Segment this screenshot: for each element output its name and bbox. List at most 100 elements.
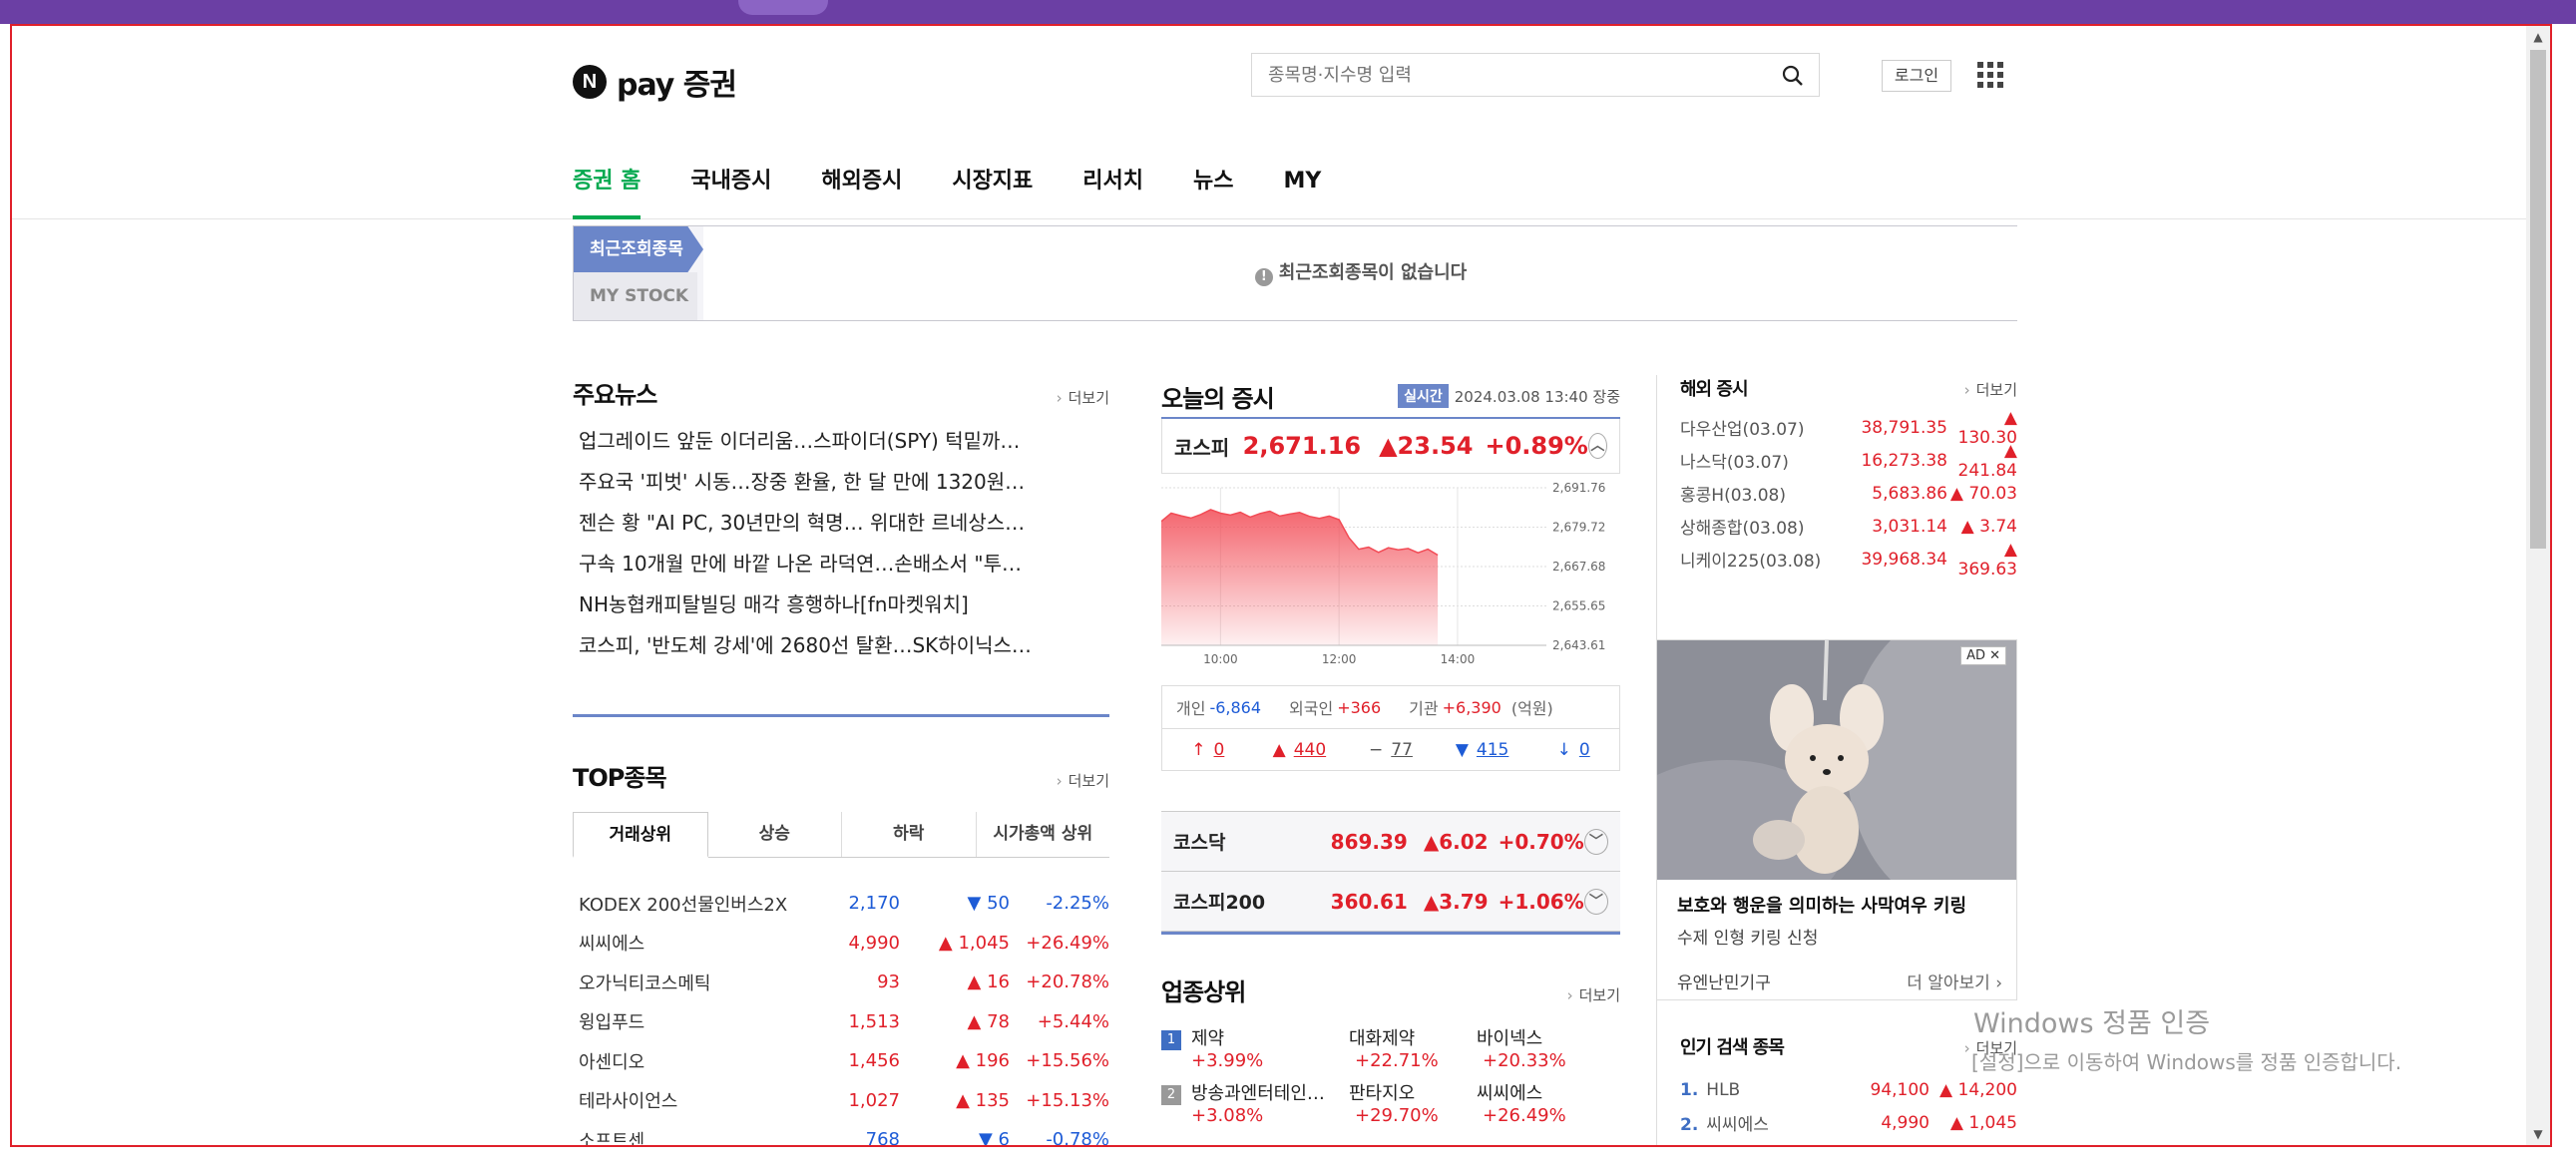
overseas-row[interactable]: 나스닥(03.07) 16,273.38 ▲ 241.84	[1656, 441, 2017, 481]
table-row[interactable]: 윙입푸드 1,513 ▲ 78 +5.44%	[573, 1002, 1109, 1042]
popular-row[interactable]: 1. HLB 94,100 ▲ 14,200	[1680, 1073, 2017, 1106]
news-item[interactable]: 주요국 '피벗' 시동…장중 환율, 한 달 만에 1320원…	[579, 462, 1109, 503]
table-row[interactable]: 오가닉티코스메틱 93 ▲ 16 +20.78%	[573, 963, 1109, 1002]
advance-decline-count[interactable]: ▲ 440	[1254, 740, 1346, 760]
recent-empty-text: 최근조회종목이 없습니다	[1278, 262, 1468, 283]
scroll-thumb[interactable]	[2530, 50, 2546, 549]
sector-stock[interactable]: 판타지오	[1349, 1079, 1477, 1105]
search-icon[interactable]	[1781, 64, 1805, 88]
overseas-price: 38,791.35	[1861, 417, 1947, 438]
advance-decline-count[interactable]: −77	[1345, 740, 1437, 760]
advance-decline-count[interactable]: ↓ 0	[1527, 740, 1619, 760]
overseas-row[interactable]: 니케이225(03.08) 39,968.34 ▲ 369.63	[1656, 540, 2017, 580]
nav-home[interactable]: 증권 홈	[573, 144, 642, 219]
advance-decline-count[interactable]: ▼ 415	[1437, 740, 1528, 760]
ad-close-icon[interactable]: AD ✕	[1960, 646, 2006, 665]
kospi-rate: +0.89%	[1485, 432, 1588, 460]
collapse-toggle-icon[interactable]: ︿	[1587, 433, 1607, 459]
nav-my[interactable]: MY	[1284, 144, 1322, 219]
sector-stock[interactable]: 대화제약	[1349, 1024, 1477, 1050]
login-button[interactable]: 로그인	[1882, 60, 1951, 92]
expand-toggle-icon[interactable]: ﹀	[1583, 828, 1608, 855]
nav-research[interactable]: 리서치	[1082, 144, 1143, 219]
overseas-list: 다우산업(03.07) 38,791.35 ▲ 130.30 나스닥(03.07) 16…	[1656, 408, 2017, 580]
page-scrollbar[interactable]: ▲ ▼	[2526, 26, 2550, 1145]
nav-news[interactable]: 뉴스	[1193, 144, 1233, 219]
browser-tab[interactable]	[738, 0, 828, 15]
overseas-change: ▲ 70.03	[1949, 483, 2017, 504]
scroll-down-icon[interactable]: ▼	[2526, 1123, 2550, 1145]
kospi-row[interactable]: 코스피 2,671.16 ▲23.54 +0.89% ︿	[1162, 419, 1619, 473]
foreign-label: 외국인	[1289, 699, 1334, 718]
stock-price: 4,990	[848, 932, 900, 954]
watermark-line1: Windows 정품 인증	[1973, 1008, 2211, 1039]
sector-stock-rate: +26.49%	[1483, 1105, 1566, 1126]
overseas-row[interactable]: 상해종합(03.08) 3,031.14 ▲ 3.74	[1656, 510, 2017, 543]
advance-decline-count[interactable]: ↑ 0	[1162, 740, 1254, 760]
y-tick-label: 2,655.65	[1552, 598, 1605, 612]
expand-toggle-icon[interactable]: ﹀	[1583, 888, 1608, 915]
overseas-row[interactable]: 다우산업(03.07) 38,791.35 ▲ 130.30	[1656, 408, 2017, 448]
overseas-row[interactable]: 홍콩H(03.08) 5,683.86 ▲ 70.03	[1656, 477, 2017, 510]
tab-market-cap[interactable]: 시가총액 상위	[975, 812, 1110, 857]
table-row[interactable]: KODEX 200선물인버스2X 2,170 ▼ 50 -2.25%	[573, 884, 1109, 924]
news-item[interactable]: 업그레이드 앞둔 이더리움…스파이더(SPY) 턱밑까…	[579, 421, 1109, 462]
sector-row[interactable]: 1 제약 +3.99% 대화제약 +22.71% 바이넥스 +20.33%	[1161, 1024, 1620, 1071]
count-value: 77	[1391, 739, 1413, 760]
windows-activation-watermark: Windows 정품 인증 [설정]으로 이동하여 Windows를 정품 인증…	[1971, 1001, 2402, 1075]
ad-subtext: 수제 인형 키링 신청	[1677, 929, 1819, 949]
overseas-more-link[interactable]: 더보기	[1964, 379, 2017, 400]
stock-name: 소프트센	[579, 1130, 645, 1147]
ad-banner[interactable]: AD ✕ 보호와 행운을 의미하는 사막여우 키링 수제 인형 키링 신청 유엔…	[1656, 639, 2017, 1000]
ad-keyring-image	[1657, 640, 2016, 880]
news-item[interactable]: 젠슨 황 "AI PC, 30년만의 혁명… 위대한 르네상스…	[579, 503, 1109, 544]
tab-rise[interactable]: 상승	[708, 812, 842, 857]
kosdaq-value: 869.39	[1330, 829, 1408, 854]
tab-fall[interactable]: 하락	[841, 812, 976, 857]
table-row[interactable]: 테라사이언스 1,027 ▲ 135 +15.13%	[573, 1081, 1109, 1121]
ad-more-link[interactable]: 더 알아보기 ›	[1907, 969, 2002, 993]
table-row[interactable]: 소프트센 768 ▼ 6 -0.78%	[573, 1120, 1109, 1147]
main-nav: 증권 홈 국내증시 해외증시 시장지표 리서치 뉴스 MY	[12, 144, 2550, 219]
news-item[interactable]: 구속 10개월 만에 바깥 나온 라덕연…손배소서 "투…	[579, 544, 1109, 584]
tab-recent[interactable]: 최근조회종목	[574, 226, 703, 272]
top-more-link[interactable]: 더보기	[1057, 770, 1109, 791]
realtime-badge: 실시간	[1398, 384, 1449, 408]
kospi200-label: 코스피200	[1173, 892, 1266, 914]
sector-more-link[interactable]: 더보기	[1567, 984, 1620, 1005]
stock-name: 윙입푸드	[579, 1012, 645, 1034]
scroll-up-icon[interactable]: ▲	[2526, 26, 2550, 48]
popular-row[interactable]: 2. 씨씨에스 4,990 ▲ 1,045	[1680, 1106, 2017, 1139]
sector-stock[interactable]: 씨씨에스	[1477, 1079, 1620, 1105]
nav-domestic[interactable]: 국내증시	[690, 144, 771, 219]
table-row[interactable]: 씨씨에스 4,990 ▲ 1,045 +26.49%	[573, 924, 1109, 964]
apps-grid-icon[interactable]	[1977, 62, 2003, 88]
count-value: 415	[1476, 739, 1509, 760]
popular-price: 4,990	[1881, 1112, 1930, 1133]
popular-row[interactable]: 3.삼성SDI426,500▲ 14,500	[1680, 1139, 2017, 1145]
kosdaq-change: ▲6.02	[1423, 829, 1489, 854]
kospi200-rate: +1.06%	[1498, 889, 1584, 914]
sector-row[interactable]: 2 방송과엔터테인… +3.08% 판타지오 +29.70% 씨씨에스 +26.49%	[1161, 1079, 1620, 1126]
search-input[interactable]	[1252, 54, 1751, 96]
table-row[interactable]: 아센디오 1,456 ▲ 196 +15.56%	[573, 1041, 1109, 1081]
stock-change: ▼ 50	[967, 893, 1010, 915]
kosdaq-rate: +0.70%	[1498, 829, 1584, 854]
kospi-chart-svg: 2,691.76 2,679.72 2,667.68 2,655.65 2,643.61…	[1161, 481, 1605, 666]
tab-mystock[interactable]: MY STOCK	[574, 272, 697, 320]
nav-indicators[interactable]: 시장지표	[952, 144, 1033, 219]
stock-rate: +20.78%	[1026, 972, 1109, 993]
market-time: 2024.03.08 13:40 장중	[1454, 387, 1620, 406]
news-item[interactable]: NH농협캐피탈빌딩 매각 흥행하나[fn마켓워치]	[579, 584, 1109, 625]
ad-headline[interactable]: 보호와 행운을 의미하는 사막여우 키링	[1657, 880, 2016, 918]
nav-overseas[interactable]: 해외증시	[821, 144, 902, 219]
watermark-line2: [설정]으로 이동하여 Windows를 정품 인증합니다.	[1971, 1050, 2402, 1074]
logo[interactable]: N pay 증권	[573, 60, 737, 104]
kospi200-row[interactable]: 코스피200 360.61 ▲3.79 +1.06% ﹀	[1161, 872, 1620, 932]
tab-volume[interactable]: 거래상위	[573, 812, 708, 858]
kosdaq-row[interactable]: 코스닥 869.39 ▲6.02 +0.70% ﹀	[1161, 812, 1620, 872]
news-item[interactable]: 코스피, '반도체 강세'에 2680선 탈환…SK하이닉스…	[579, 625, 1109, 666]
news-more-link[interactable]: 더보기	[1057, 387, 1109, 408]
y-tick-label: 2,679.72	[1552, 521, 1605, 535]
sector-stock[interactable]: 바이넥스	[1477, 1024, 1620, 1050]
